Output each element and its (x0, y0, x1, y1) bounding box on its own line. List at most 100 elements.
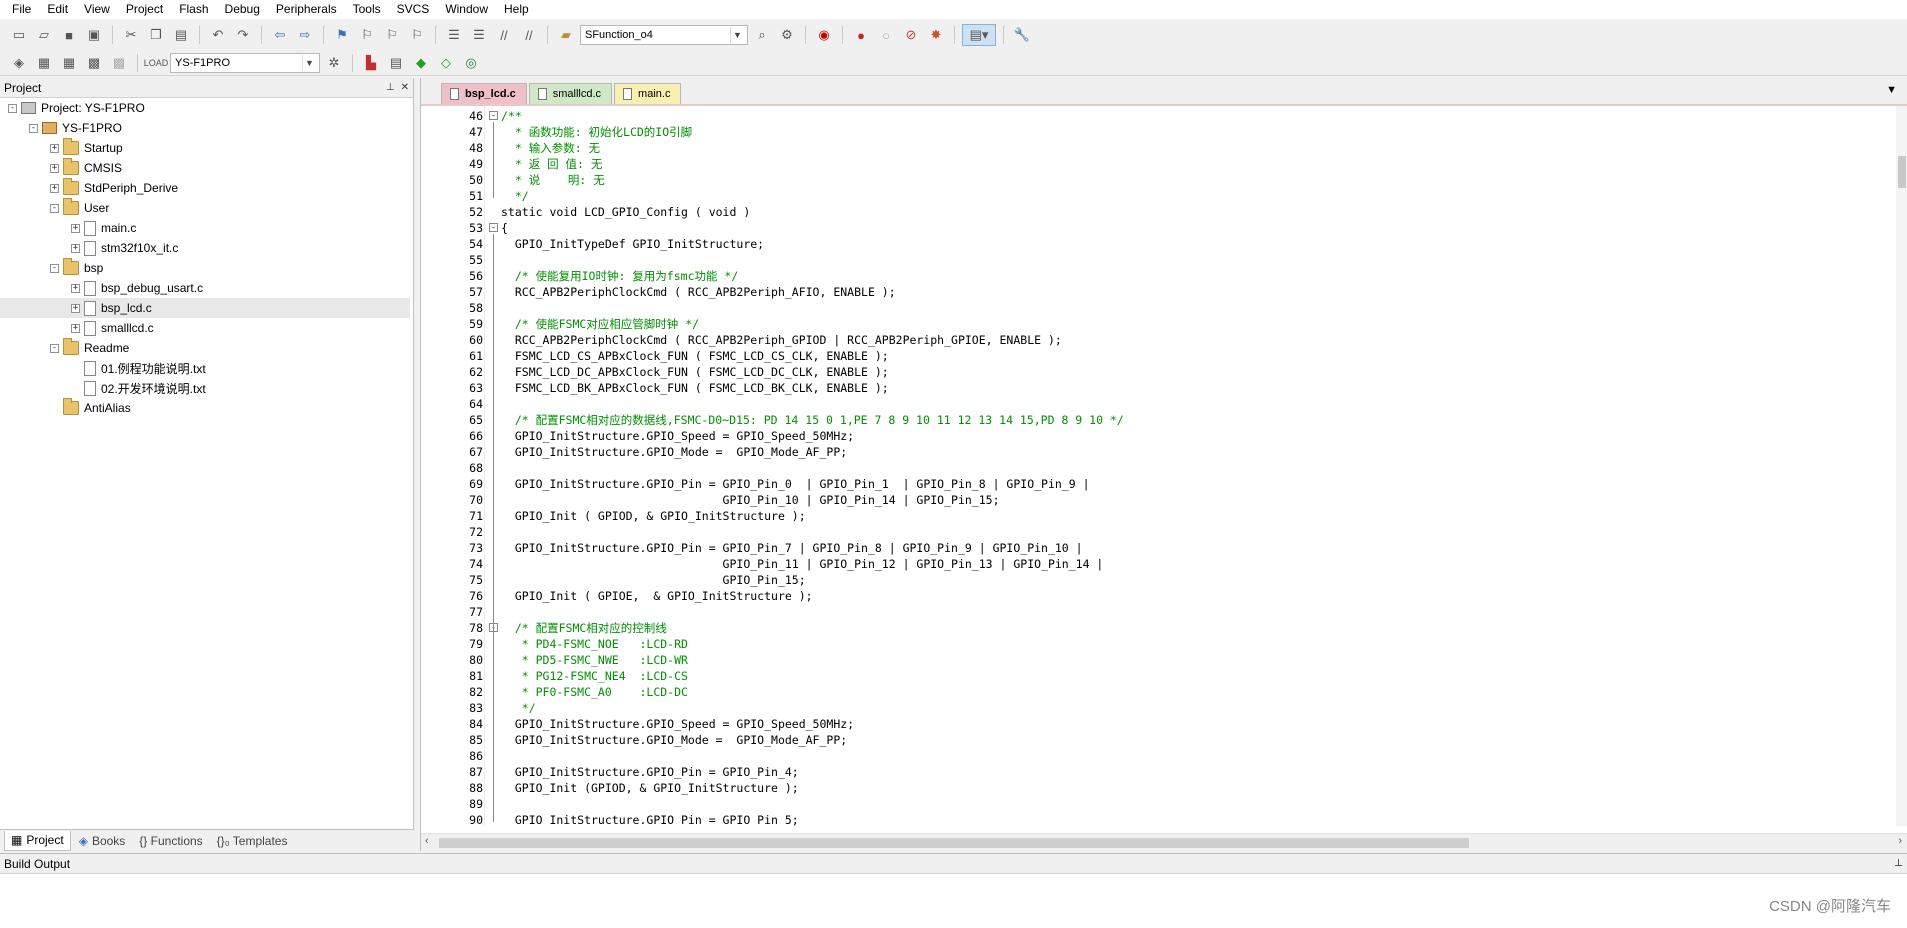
bookmark-icon[interactable]: ⚑ (331, 24, 353, 46)
copy-icon[interactable]: ❐ (145, 24, 167, 46)
code-line[interactable]: * PD4-FSMC_NOE :LCD-RD (501, 636, 688, 652)
collapse-icon[interactable]: - (50, 263, 59, 273)
uncomment-icon[interactable]: // (518, 24, 540, 46)
tree-item[interactable]: - Readme (0, 338, 129, 358)
code-line[interactable]: RCC_APB2PeriphClockCmd ( RCC_APB2Periph_… (501, 284, 896, 300)
code-line[interactable]: GPIO_InitStructure.GPIO_Mode = GPIO_Mode… (501, 444, 847, 460)
code-line[interactable]: /* 配置FSMC相对应的控制线 (501, 620, 667, 636)
clear-bookmarks-icon[interactable]: ⚐ (406, 24, 428, 46)
run-time-env-icon[interactable]: ◎ (460, 52, 482, 74)
tab-main[interactable]: main.c (614, 83, 682, 104)
menu-item-view[interactable]: View (76, 0, 118, 19)
code-line[interactable]: GPIO_InitStructure.GPIO_Mode = GPIO_Mode… (501, 732, 847, 748)
code-line[interactable]: { (501, 220, 508, 236)
batch-build-icon[interactable]: ▩ (83, 52, 105, 74)
translate-icon[interactable]: ◈ (8, 52, 30, 74)
tab-books[interactable]: ◈ Books (73, 831, 132, 851)
tree-item[interactable]: + Startup (0, 138, 123, 158)
code-line[interactable]: GPIO_InitTypeDef GPIO_InitStructure; (501, 236, 764, 252)
expand-icon[interactable]: + (50, 163, 59, 173)
code-line[interactable]: GPIO_Pin_10 | GPIO_Pin_14 | GPIO_Pin_15; (501, 492, 1000, 508)
code-line[interactable]: * PD5-FSMC_NWE :LCD-WR (501, 652, 688, 668)
tree-item[interactable]: 01.例程功能说明.txt (0, 358, 206, 378)
tree-item[interactable]: AntiAlias (0, 398, 131, 418)
manage-project-icon[interactable]: ▙ (360, 52, 382, 74)
tree-item[interactable]: - User (0, 198, 109, 218)
incremental-find-icon[interactable]: ⚙ (776, 24, 798, 46)
menu-item-project[interactable]: Project (118, 0, 171, 19)
tree-item[interactable]: - Project: YS-F1PRO (0, 98, 145, 118)
expand-icon[interactable]: + (71, 243, 80, 253)
tree-item[interactable]: + stm32f10x_it.c (0, 238, 178, 258)
pin-icon[interactable]: ⊥ (1894, 858, 1903, 869)
vertical-scrollbar[interactable] (1896, 106, 1907, 826)
expand-icon[interactable]: + (71, 323, 80, 333)
find-in-files-icon[interactable]: ⌕ (751, 24, 773, 46)
download-icon[interactable]: LOAD (144, 52, 169, 74)
code-line[interactable]: RCC_APB2PeriphClockCmd ( RCC_APB2Periph_… (501, 332, 1062, 348)
menu-item-flash[interactable]: Flash (171, 0, 216, 19)
select-packs-icon[interactable]: ◇ (435, 52, 457, 74)
code-line[interactable]: FSMC_LCD_BK_APBxClock_FUN ( FSMC_LCD_BK_… (501, 380, 889, 396)
expand-icon[interactable]: + (71, 303, 80, 313)
tree-item[interactable]: 02.开发环境说明.txt (0, 378, 206, 398)
code-line[interactable]: FSMC_LCD_CS_APBxClock_FUN ( FSMC_LCD_CS_… (501, 348, 889, 364)
breakpoint-icon[interactable]: ● (850, 24, 872, 46)
tab-smalllcd[interactable]: smalllcd.c (528, 83, 613, 104)
collapse-icon[interactable]: - (29, 123, 38, 133)
tab-project[interactable]: ▦ Project (4, 830, 71, 851)
unindent-icon[interactable]: ☰ (468, 24, 490, 46)
code-area[interactable]: 46 47 48 49 50 51 52 53 54 55 56 57 58 59 60 61 62 63 64 65… (421, 104, 1907, 826)
pin-icon[interactable]: ⊥ (386, 82, 395, 93)
code-line[interactable]: /** (501, 108, 522, 124)
expand-icon[interactable]: + (71, 223, 80, 233)
function-combo[interactable]: SFunction_o4 ▼ (580, 25, 748, 45)
tab-templates[interactable]: {}₀ Templates (211, 831, 294, 851)
code-line[interactable]: * PF0-FSMC_A0 :LCD-DC (501, 684, 688, 700)
code-line[interactable]: GPIO_Init (GPIOD, & GPIO_InitStructure )… (501, 780, 799, 796)
undo-icon[interactable]: ↶ (207, 24, 229, 46)
code-line[interactable]: /* 使能复用IO时钟: 复用为fsmc功能 */ (501, 268, 738, 284)
prev-bookmark-icon[interactable]: ⚐ (356, 24, 378, 46)
tree-item[interactable]: + main.c (0, 218, 136, 238)
code-line[interactable]: GPIO_Pin_15; (501, 572, 806, 588)
tab-functions[interactable]: {} Functions (133, 831, 208, 851)
stop-build-icon[interactable]: ▩ (108, 52, 130, 74)
indent-icon[interactable]: ☰ (443, 24, 465, 46)
collapse-icon[interactable]: - (50, 203, 59, 213)
tree-item[interactable]: + bsp_debug_usart.c (0, 278, 203, 298)
comment-icon[interactable]: // (493, 24, 515, 46)
collapse-icon[interactable]: - (50, 343, 59, 353)
code-line[interactable]: * 输入参数: 无 (501, 140, 600, 156)
scroll-right-icon[interactable]: › (1898, 835, 1902, 847)
menu-item-tools[interactable]: Tools (345, 0, 389, 19)
code-line[interactable]: GPIO_InitStructure.GPIO_Speed = GPIO_Spe… (501, 716, 854, 732)
fold-toggle-icon[interactable]: - (489, 223, 498, 232)
code-line[interactable]: FSMC_LCD_DC_APBxClock_FUN ( FSMC_LCD_DC_… (501, 364, 889, 380)
code-line[interactable]: GPIO_InitStructure.GPIO_Pin = GPIO_Pin_4… (501, 764, 799, 780)
scrollbar-thumb[interactable] (439, 838, 1469, 848)
menu-item-peripherals[interactable]: Peripherals (268, 0, 345, 19)
kill-breakpoints-icon[interactable]: ✸ (925, 24, 947, 46)
tree-item[interactable]: + StdPeriph_Derive (0, 178, 178, 198)
redo-icon[interactable]: ↷ (232, 24, 254, 46)
paste-icon[interactable]: ▤ (170, 24, 192, 46)
next-bookmark-icon[interactable]: ⚐ (381, 24, 403, 46)
open-folder-icon[interactable]: ▱ (33, 24, 55, 46)
nav-forward-icon[interactable]: ⇨ (294, 24, 316, 46)
build-icon[interactable]: ▦ (33, 52, 55, 74)
target-options-icon[interactable]: ✲ (323, 52, 345, 74)
code-line[interactable]: GPIO_InitStructure.GPIO_Pin = GPIO_Pin_0… (501, 476, 1090, 492)
tree-item[interactable]: - bsp (0, 258, 103, 278)
code-line[interactable]: * 函数功能: 初始化LCD的IO引脚 (501, 124, 692, 140)
save-all-icon[interactable]: ▣ (83, 24, 105, 46)
nav-back-icon[interactable]: ⇦ (269, 24, 291, 46)
debug-session-icon[interactable]: ◉ (813, 24, 835, 46)
code-line[interactable]: * 说 明: 无 (501, 172, 605, 188)
expand-icon[interactable]: + (71, 283, 80, 293)
find-folder-icon[interactable]: ▰ (555, 24, 577, 46)
code-line[interactable]: GPIO_InitStructure.GPIO_Pin = GPIO_Pin_7… (501, 540, 1083, 556)
menu-item-help[interactable]: Help (496, 0, 537, 19)
code-line[interactable]: /* 使能FSMC对应相应管脚时钟 */ (501, 316, 699, 332)
window-layout-icon[interactable]: ▤▾ (962, 24, 996, 46)
